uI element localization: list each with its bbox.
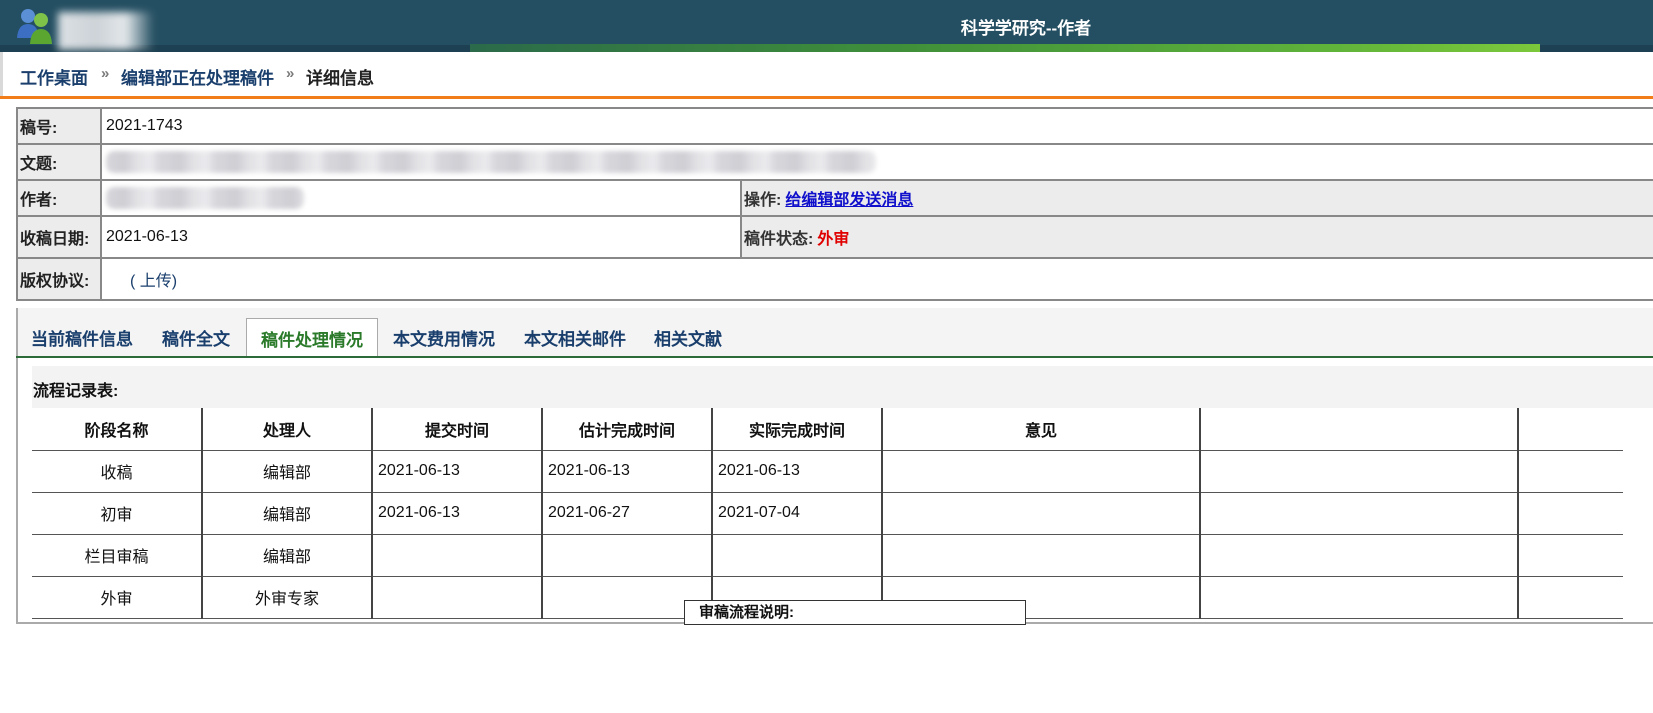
- actual-time-cell: [712, 534, 883, 577]
- received-date-value: 2021-06-13: [106, 228, 188, 245]
- redacted-title: [106, 151, 876, 173]
- col-estimated-time: 估计完成时间: [542, 408, 713, 451]
- tab-related-emails[interactable]: 本文相关邮件: [524, 325, 626, 350]
- extra-cell: [1200, 534, 1519, 577]
- extra-cell: [1200, 492, 1519, 535]
- actual-time-cell: 2021-07-04: [712, 492, 883, 535]
- operation-label: 操作:: [744, 192, 782, 209]
- extra-cell: [1518, 492, 1623, 535]
- submit-time-cell: 2021-06-13: [372, 450, 543, 493]
- author-label: 作者:: [18, 181, 102, 215]
- manuscript-no-value: 2021-1743: [106, 117, 183, 134]
- estimated-time-cell: [542, 534, 713, 577]
- status-cell: 稿件状态: 外审: [740, 217, 1653, 257]
- manuscript-info-table: 稿号: 2021-1743 文题: 作者: 操作: 给编辑部发送消息 收稿日期:…: [16, 107, 1653, 301]
- stage-cell: 栏目审稿: [32, 534, 203, 577]
- stage-cell: 外审: [32, 576, 203, 619]
- col-extra-2: [1518, 408, 1623, 451]
- breadcrumb-divider: [0, 96, 1653, 99]
- send-message-link[interactable]: 给编辑部发送消息: [785, 186, 913, 210]
- extra-cell: [1518, 534, 1623, 577]
- extra-cell: [1518, 450, 1623, 493]
- site-title: 科学学研究--作者: [960, 19, 1092, 38]
- handler-cell: 编辑部: [202, 534, 373, 577]
- app-header: 科学学研究--作者: [0, 0, 1653, 52]
- col-actual-time: 实际完成时间: [712, 408, 883, 451]
- copyright-label: 版权协议:: [18, 259, 102, 299]
- breadcrumb-separator: »: [286, 65, 295, 82]
- submit-time-cell: [372, 576, 543, 619]
- opinion-cell: [882, 534, 1201, 577]
- tab-fees[interactable]: 本文费用情况: [393, 325, 495, 350]
- opinion-cell: [882, 492, 1201, 535]
- info-row-received: 收稿日期: 2021-06-13 稿件状态: 外审: [18, 217, 1653, 259]
- handler-cell: 编辑部: [202, 492, 373, 535]
- info-row-author: 作者: 操作: 给编辑部发送消息: [18, 181, 1653, 217]
- stage-cell: 收稿: [32, 450, 203, 493]
- handler-cell: 编辑部: [202, 450, 373, 493]
- breadcrumb-item-workbench[interactable]: 工作桌面: [20, 64, 88, 89]
- extra-cell: [1518, 576, 1623, 619]
- table-row: 收稿 编辑部 2021-06-13 2021-06-13 2021-06-13: [32, 450, 1623, 493]
- tab-current-info[interactable]: 当前稿件信息: [31, 325, 133, 350]
- estimated-time-cell: 2021-06-13: [542, 450, 713, 493]
- flow-record-table: 阶段名称 处理人 提交时间 估计完成时间 实际完成时间 意见 收稿 编辑部 20…: [32, 408, 1623, 619]
- status-label: 稿件状态:: [744, 231, 814, 248]
- col-stage: 阶段名称: [32, 408, 203, 451]
- stage-cell: 初审: [32, 492, 203, 535]
- info-row-title: 文题:: [18, 145, 1653, 181]
- table-row: 初审 编辑部 2021-06-13 2021-06-27 2021-07-04: [32, 492, 1623, 535]
- upload-link[interactable]: ( 上传): [130, 267, 177, 291]
- tab-related-literature[interactable]: 相关文献: [654, 325, 722, 350]
- operation-cell: 操作: 给编辑部发送消息: [740, 181, 1653, 215]
- tab-full-text[interactable]: 稿件全文: [162, 325, 230, 350]
- submit-time-cell: 2021-06-13: [372, 492, 543, 535]
- flow-table-title: 流程记录表:: [33, 383, 119, 400]
- review-process-tooltip: 审稿流程说明:: [684, 600, 1026, 625]
- col-opinion: 意见: [882, 408, 1201, 451]
- handler-cell: 外审专家: [202, 576, 373, 619]
- breadcrumb-separator: »: [101, 65, 110, 82]
- title-label: 文题:: [18, 145, 102, 179]
- copyright-value: ( 上传): [104, 259, 177, 299]
- actual-time-cell: 2021-06-13: [712, 450, 883, 493]
- status-badge: 外审: [817, 231, 850, 248]
- col-extra-1: [1200, 408, 1519, 451]
- breadcrumb-item-processing[interactable]: 编辑部正在处理稿件: [121, 64, 274, 89]
- opinion-cell: [882, 450, 1201, 493]
- col-submit-time: 提交时间: [372, 408, 543, 451]
- received-date-label: 收稿日期:: [18, 217, 102, 257]
- table-row: 栏目审稿 编辑部: [32, 534, 1623, 577]
- col-handler: 处理人: [202, 408, 373, 451]
- redacted-author: [106, 187, 304, 209]
- estimated-time-cell: 2021-06-27: [542, 492, 713, 535]
- breadcrumb-item-detail: 详细信息: [306, 69, 374, 88]
- header-accent-stripe: [470, 44, 1540, 52]
- extra-cell: [1200, 450, 1519, 493]
- extra-cell: [1200, 576, 1519, 619]
- info-row-copyright: 版权协议: ( 上传): [18, 259, 1653, 301]
- manuscript-no-label: 稿号:: [18, 109, 102, 143]
- flow-header-row: 阶段名称 处理人 提交时间 估计完成时间 实际完成时间 意见: [32, 408, 1623, 451]
- submit-time-cell: [372, 534, 543, 577]
- tab-processing-status[interactable]: 稿件处理情况: [246, 318, 378, 358]
- info-row-number: 稿号: 2021-1743: [18, 109, 1653, 145]
- flow-title-bar: [32, 366, 1653, 408]
